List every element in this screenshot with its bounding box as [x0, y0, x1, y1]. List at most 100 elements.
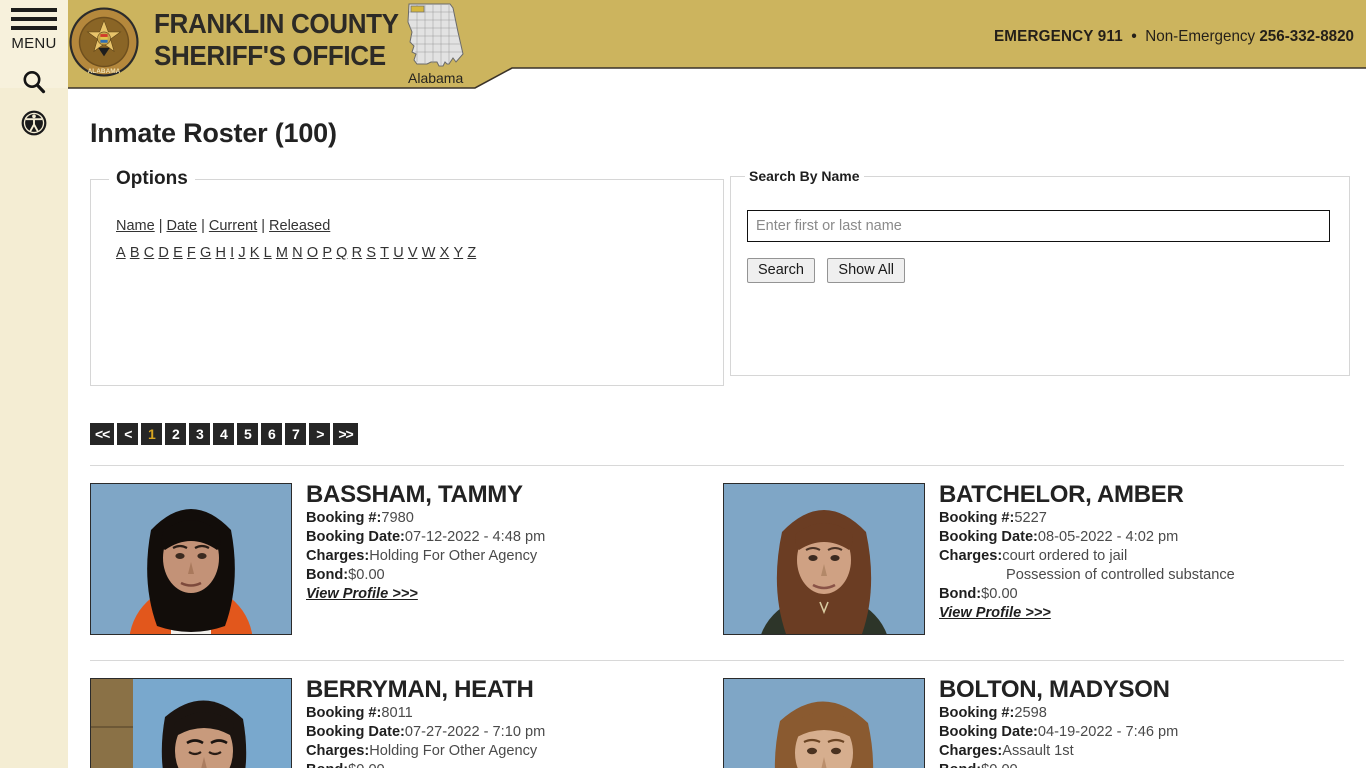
value-charge: court ordered to jail — [1002, 548, 1128, 564]
sort-link-date[interactable]: Date — [166, 218, 197, 234]
page-button-3[interactable]: 3 — [189, 423, 211, 445]
hamburger-icon — [11, 8, 57, 35]
emergency-label: EMERGENCY 911 — [993, 28, 1123, 45]
sidebar-accessibility-button[interactable] — [0, 103, 68, 143]
alpha-link-j[interactable]: J — [238, 245, 245, 261]
page-button-2[interactable]: 2 — [165, 423, 187, 445]
alpha-link-v[interactable]: V — [408, 245, 418, 261]
label-booking-date: Booking Date: — [306, 529, 405, 545]
alpha-link-u[interactable]: U — [393, 245, 403, 261]
value-booking-number: 8011 — [381, 705, 413, 721]
inmate-info: BOLTON, MADYSON Booking #:2598 Booking D… — [939, 676, 1355, 768]
page-last-button[interactable]: >> — [333, 423, 358, 445]
options-legend: Options — [116, 168, 188, 189]
value-charge: Holding For Other Agency — [369, 743, 538, 759]
sort-link-released[interactable]: Released — [269, 218, 330, 234]
value-booking-date: 07-12-2022 - 4:48 pm — [404, 529, 546, 545]
alpha-link-b[interactable]: B — [130, 245, 140, 261]
page-button-1[interactable]: 1 — [141, 423, 163, 445]
show-all-button[interactable]: Show All — [827, 258, 906, 283]
alpha-link-y[interactable]: Y — [453, 245, 463, 261]
page-button-5[interactable]: 5 — [237, 423, 259, 445]
non-emergency-label: Non-Emergency — [1145, 28, 1256, 45]
alpha-link-g[interactable]: G — [200, 245, 211, 261]
page-first-button[interactable]: << — [90, 423, 115, 445]
label-booking-number: Booking #: — [939, 705, 1015, 721]
alpha-link-e[interactable]: E — [173, 245, 183, 261]
inmate-booking-date: Booking Date:04-19-2022 - 7:46 pm — [939, 723, 1355, 742]
alpha-link-t[interactable]: T — [380, 245, 389, 261]
mugshot — [90, 678, 292, 768]
menu-label: MENU — [11, 35, 57, 52]
sort-link-name[interactable]: Name — [116, 218, 155, 234]
alpha-link-x[interactable]: X — [440, 245, 450, 261]
site-title-line2: SHERIFF'S OFFICE — [154, 40, 386, 71]
page-title: Inmate Roster (100) — [90, 118, 337, 148]
label-charges: Charges: — [306, 743, 370, 759]
inmate-name: BASSHAM, TAMMY — [306, 481, 523, 508]
sidebar-search-button[interactable] — [0, 62, 68, 102]
alpha-link-m[interactable]: M — [276, 245, 288, 261]
alpha-link-q[interactable]: Q — [336, 245, 347, 261]
inmate-bond: Bond:$0.00 — [939, 761, 1355, 768]
left-sidebar: MENU — [0, 0, 68, 768]
inmate-bond: Bond:$0.00 — [306, 566, 722, 585]
site-header: ALABAMA FRANKLIN COUNTY SHERIFF'S OFFICE… — [68, 0, 1366, 90]
page-prev-button[interactable]: < — [117, 423, 139, 445]
value-booking-number: 2598 — [1014, 705, 1047, 721]
label-booking-date: Booking Date: — [306, 724, 405, 740]
inmate-bond: Bond:$0.00 — [306, 761, 722, 768]
label-bond: Bond: — [306, 762, 348, 768]
search-input[interactable] — [747, 210, 1330, 242]
alpha-link-o[interactable]: O — [307, 245, 318, 261]
page-button-4[interactable]: 4 — [213, 423, 235, 445]
alpha-link-p[interactable]: P — [322, 245, 332, 261]
alpha-link-c[interactable]: C — [144, 245, 154, 261]
view-profile-link[interactable]: View Profile >>> — [939, 605, 1051, 621]
inmate-charge-additional: Possession of controlled substance — [1006, 567, 1235, 583]
inmate-charges: Charges:Holding For Other Agency — [306, 547, 722, 566]
sort-links-row: Name | Date | Current | Released — [116, 218, 330, 234]
alpha-link-z[interactable]: Z — [467, 245, 476, 261]
alpha-link-f[interactable]: F — [187, 245, 196, 261]
view-profile-link[interactable]: View Profile >>> — [306, 586, 418, 602]
alpha-link-l[interactable]: L — [264, 245, 272, 261]
alpha-link-i[interactable]: I — [230, 245, 234, 261]
search-button[interactable]: Search — [747, 258, 815, 283]
site-title-line1: FRANKLIN COUNTY — [154, 8, 399, 39]
inmate-booking-date: Booking Date:07-27-2022 - 7:10 pm — [306, 723, 722, 742]
sep-2: | — [201, 218, 205, 234]
inmate-info: BASSHAM, TAMMY Booking #:7980 Booking Da… — [306, 481, 722, 603]
sort-link-current[interactable]: Current — [209, 218, 257, 234]
alphabet-filter-row: ABCDEFGHIJKLMNOPQRSTUVWXYZ — [116, 245, 480, 261]
alpha-link-r[interactable]: R — [352, 245, 362, 261]
inmate-info: BERRYMAN, HEATH Booking #:8011 Booking D… — [306, 676, 722, 768]
search-panel: Search By Name Search Show All — [730, 168, 1350, 376]
page-button-6[interactable]: 6 — [261, 423, 283, 445]
page-button-7[interactable]: 7 — [285, 423, 307, 445]
value-charge: Assault 1st — [1002, 743, 1074, 759]
non-emergency-number[interactable]: 256-332-8820 — [1259, 28, 1354, 45]
label-booking-date: Booking Date: — [939, 724, 1038, 740]
label-bond: Bond: — [306, 567, 349, 583]
alpha-link-s[interactable]: S — [366, 245, 376, 261]
alpha-link-n[interactable]: N — [292, 245, 302, 261]
mugshot — [723, 678, 925, 768]
svg-text:ALABAMA: ALABAMA — [88, 68, 121, 75]
value-booking-date: 08-05-2022 - 4:02 pm — [1037, 529, 1179, 545]
value-booking-date: 04-19-2022 - 7:46 pm — [1037, 724, 1179, 740]
alpha-link-h[interactable]: H — [215, 245, 225, 261]
page-next-button[interactable]: > — [309, 423, 331, 445]
value-bond: $0.00 — [981, 586, 1018, 602]
value-booking-number: 7980 — [381, 510, 414, 526]
mugshot — [90, 483, 292, 635]
alpha-link-d[interactable]: D — [158, 245, 168, 261]
alpha-link-a[interactable]: A — [116, 245, 126, 261]
divider-top — [90, 465, 1344, 466]
alpha-link-w[interactable]: W — [422, 245, 436, 261]
site-title: FRANKLIN COUNTY SHERIFF'S OFFICE — [154, 8, 399, 72]
alpha-link-k[interactable]: K — [250, 245, 260, 261]
inmate-booking-number: Booking #:7980 — [306, 509, 722, 528]
inmate-booking-number: Booking #:2598 — [939, 704, 1355, 723]
roster-row: BERRYMAN, HEATH Booking #:8011 Booking D… — [68, 668, 1366, 768]
